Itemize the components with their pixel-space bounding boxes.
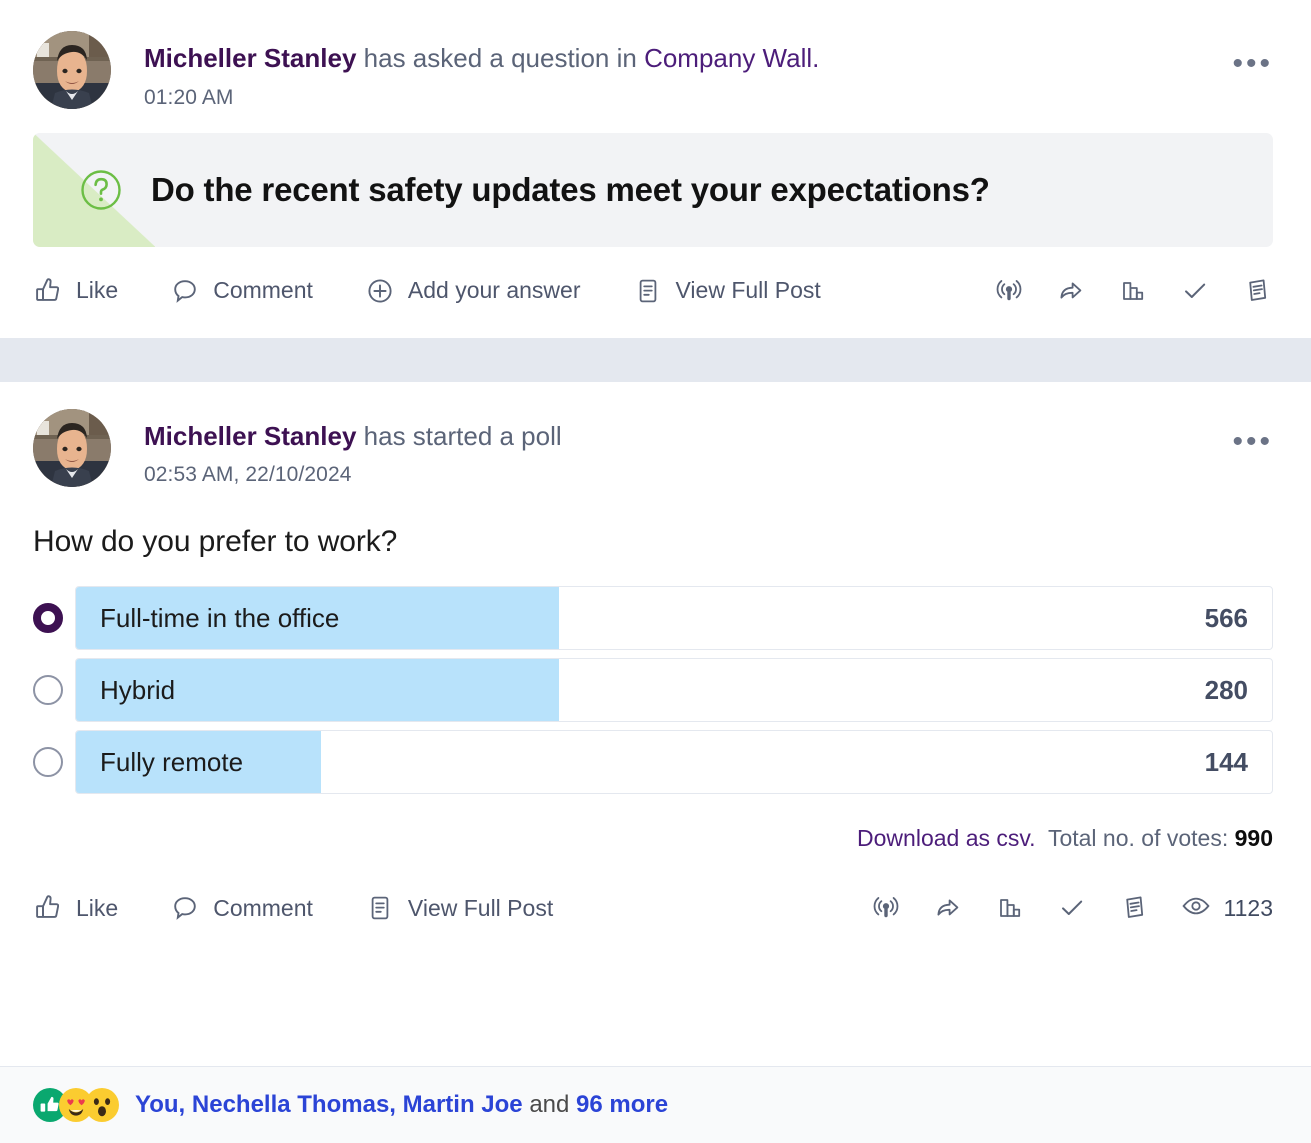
download-csv-link[interactable]: Download as csv.	[857, 825, 1036, 851]
reactions-bar[interactable]: You, Nechella Thomas, Martin Joe and 96 …	[0, 1066, 1311, 1143]
question-post-more-menu-icon[interactable]: •••	[1232, 31, 1273, 71]
question-post: Micheller Stanley has asked a question i…	[0, 0, 1311, 325]
question-post-timestamp: 01:20 AM	[144, 86, 1232, 110]
add-your-answer-label: Add your answer	[408, 277, 581, 304]
feed-page: Micheller Stanley has asked a question i…	[0, 0, 1311, 1143]
like-label: Like	[76, 895, 118, 922]
post-separator-band	[0, 338, 1311, 382]
bar-chart-icon[interactable]	[1117, 275, 1149, 307]
thumbs-up-icon	[33, 893, 63, 923]
poll-option-votes: 280	[1205, 675, 1272, 706]
avatar[interactable]	[33, 409, 111, 487]
poll-question: How do you prefer to work?	[0, 487, 1311, 559]
question-post-headline: Micheller Stanley has asked a question i…	[144, 43, 1232, 75]
poll-bar-track[interactable]: Hybrid 280	[75, 658, 1273, 722]
author-name[interactable]: Micheller Stanley	[144, 421, 356, 451]
share-arrow-icon[interactable]	[1055, 275, 1087, 307]
action-text: has asked a question in	[356, 43, 644, 73]
poll-post-more-menu-icon[interactable]: •••	[1232, 409, 1273, 449]
poll-option-label: Fully remote	[76, 747, 243, 778]
avatar[interactable]	[33, 31, 111, 109]
poll-option-votes: 144	[1205, 747, 1272, 778]
poll-post-actions: Like Comment View Full Post	[0, 874, 1311, 942]
total-votes-value: 990	[1235, 825, 1273, 851]
question-post-tool-icons	[993, 275, 1273, 307]
broadcast-icon[interactable]	[993, 275, 1025, 307]
total-votes-label: Total no. of votes:	[1048, 825, 1228, 851]
document-lines-icon	[365, 893, 395, 923]
author-name[interactable]: Micheller Stanley	[144, 43, 356, 73]
view-full-post-label: View Full Post	[408, 895, 553, 922]
poll-option-votes: 566	[1205, 603, 1272, 634]
poll-radio[interactable]	[33, 747, 63, 777]
surprised-reaction-icon	[85, 1088, 119, 1122]
check-icon[interactable]	[1179, 275, 1211, 307]
view-full-post-label: View Full Post	[676, 277, 821, 304]
check-icon[interactable]	[1056, 892, 1088, 924]
reaction-names[interactable]: You, Nechella Thomas, Martin Joe	[135, 1091, 523, 1118]
broadcast-icon[interactable]	[870, 892, 902, 924]
like-button[interactable]: Like	[33, 893, 118, 923]
add-your-answer-button[interactable]: Add your answer	[365, 276, 581, 306]
question-post-actions: Like Comment Add your answer	[0, 257, 1311, 325]
poll-bar-track[interactable]: Fully remote 144	[75, 730, 1273, 794]
poll-option-row[interactable]: Hybrid 280	[33, 658, 1273, 722]
poll-post: Micheller Stanley has started a poll 02:…	[0, 382, 1311, 943]
comment-bubble-icon	[170, 276, 200, 306]
question-text: Do the recent safety updates meet your e…	[151, 171, 990, 209]
document-lines-icon	[633, 276, 663, 306]
question-post-header: Micheller Stanley has asked a question i…	[0, 0, 1311, 110]
view-full-post-button[interactable]: View Full Post	[633, 276, 821, 306]
share-arrow-icon[interactable]	[932, 892, 964, 924]
poll-bar-track[interactable]: Full-time in the office 566	[75, 586, 1273, 650]
view-count-value: 1123	[1224, 895, 1273, 922]
poll-post-timestamp: 02:53 AM, 22/10/2024	[144, 463, 1232, 487]
poll-option-label: Full-time in the office	[76, 603, 339, 634]
eye-icon	[1180, 890, 1212, 927]
reaction-and-text: and	[523, 1091, 576, 1118]
reaction-emoji-stack[interactable]	[33, 1088, 119, 1122]
poll-radio-selected[interactable]	[33, 603, 63, 633]
poll-post-header: Micheller Stanley has started a poll 02:…	[0, 382, 1311, 488]
poll-option-row[interactable]: Full-time in the office 566	[33, 586, 1273, 650]
poll-option-row[interactable]: Fully remote 144	[33, 730, 1273, 794]
bar-chart-icon[interactable]	[994, 892, 1026, 924]
clipboard-icon[interactable]	[1241, 275, 1273, 307]
thumbs-up-icon	[33, 276, 63, 306]
poll-radio[interactable]	[33, 675, 63, 705]
reaction-more-link[interactable]: 96 more	[576, 1091, 668, 1118]
question-mark-circle-icon	[80, 169, 122, 211]
action-text: has started a poll	[356, 421, 561, 451]
view-count-group[interactable]: 1123	[1180, 890, 1273, 927]
poll-options: Full-time in the office 566 Hybrid 280 F…	[0, 559, 1311, 794]
poll-post-meta: Micheller Stanley has started a poll 02:…	[144, 409, 1232, 488]
poll-post-headline: Micheller Stanley has started a poll	[144, 421, 1232, 453]
poll-footer-meta: Download as csv. Total no. of votes: 990	[0, 802, 1311, 852]
post-place-link[interactable]: Company Wall.	[644, 43, 819, 73]
question-card[interactable]: Do the recent safety updates meet your e…	[33, 133, 1273, 247]
comment-label: Comment	[213, 277, 313, 304]
comment-label: Comment	[213, 895, 313, 922]
like-button[interactable]: Like	[33, 276, 118, 306]
plus-circle-icon	[365, 276, 395, 306]
like-label: Like	[76, 277, 118, 304]
comment-button[interactable]: Comment	[170, 893, 313, 923]
clipboard-icon[interactable]	[1118, 892, 1150, 924]
comment-bubble-icon	[170, 893, 200, 923]
comment-button[interactable]: Comment	[170, 276, 313, 306]
question-post-meta: Micheller Stanley has asked a question i…	[144, 31, 1232, 110]
poll-post-tool-icons: 1123	[870, 890, 1273, 927]
view-full-post-button[interactable]: View Full Post	[365, 893, 553, 923]
poll-option-label: Hybrid	[76, 675, 175, 706]
reaction-summary-text: You, Nechella Thomas, Martin Joe and 96 …	[135, 1091, 668, 1119]
